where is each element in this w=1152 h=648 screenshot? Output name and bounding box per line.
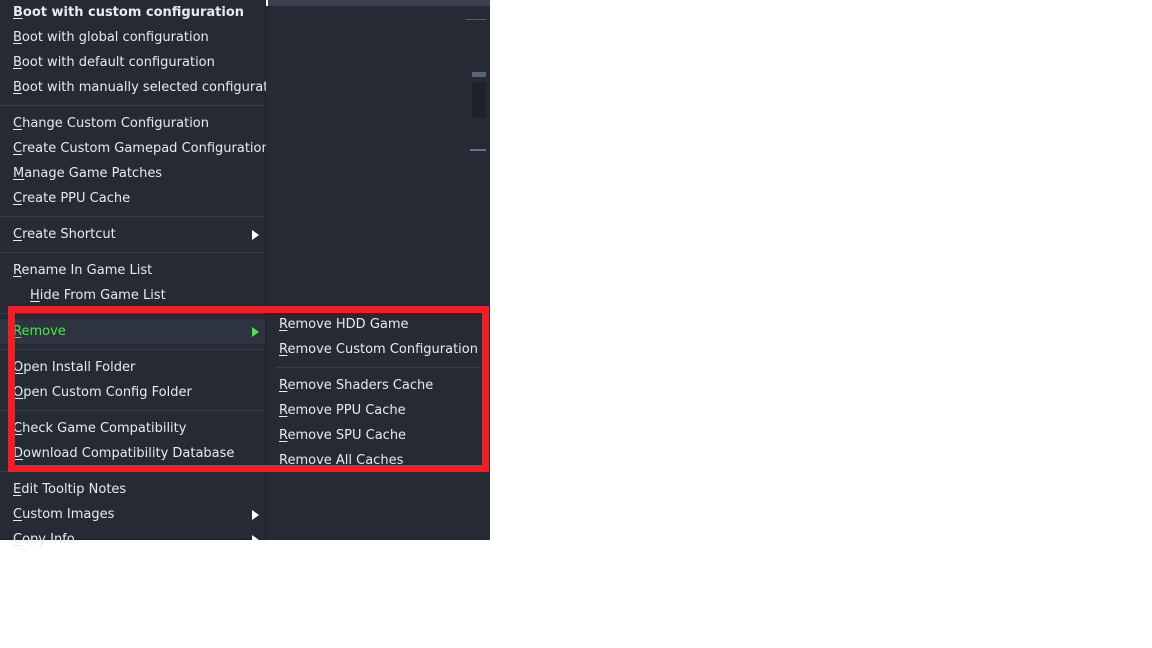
menu-separator [0, 410, 265, 411]
menu-item-create-ppu-cache[interactable]: Create PPU Cache [0, 186, 265, 211]
menu-item-label: Remove [13, 324, 66, 339]
menu-item-label: Rename In Game List [13, 263, 153, 278]
menu-item-label: Download Compatibility Database [13, 446, 235, 461]
chevron-right-icon [252, 534, 259, 545]
menu-item-manage-game-patches[interactable]: Manage Game Patches [0, 161, 265, 186]
menu-separator [0, 349, 265, 350]
menu-item-label: Change Custom Configuration [13, 116, 210, 131]
screen: Boot with custom configuration Boot with … [0, 0, 1152, 648]
menu-separator [0, 252, 265, 253]
menu-item-label: Boot with global configuration [13, 30, 209, 45]
menu-separator [0, 216, 265, 217]
menu-item-create-shortcut[interactable]: Create Shortcut [0, 222, 265, 247]
menu-item-edit-tooltip-notes[interactable]: Edit Tooltip Notes [0, 477, 265, 502]
scrollbar-thumb[interactable] [472, 72, 486, 77]
menu-item-label: Remove Shaders Cache [279, 378, 434, 393]
menu-item-label: Remove HDD Game [279, 317, 409, 332]
menu-item-label: Remove All Caches [279, 453, 404, 468]
menu-item-rename-in-game-list[interactable]: Rename In Game List [0, 258, 265, 283]
chevron-right-icon [252, 509, 259, 520]
chevron-right-icon [252, 326, 259, 337]
menu-separator [0, 313, 265, 314]
remove-submenu[interactable]: Remove HDD Game Remove Custom Configurati… [266, 6, 490, 540]
menu-item-change-custom-config[interactable]: Change Custom Configuration [0, 111, 265, 136]
game-context-menu[interactable]: Boot with custom configuration Boot with … [0, 0, 288, 546]
menu-item-remove-shaders-cache[interactable]: Remove Shaders Cache [266, 373, 490, 398]
menu-item-remove-hdd-game[interactable]: Remove HDD Game [266, 312, 490, 337]
menu-item-label: Manage Game Patches [13, 166, 163, 181]
menu-item-remove-all-caches[interactable]: Remove All Caches [266, 448, 490, 473]
menu-item-label: Boot with manually selected configuratio… [13, 80, 289, 95]
menu-item-label: Create Custom Gamepad Configuration [13, 141, 270, 156]
menu-item-label: Boot with default configuration [13, 55, 215, 70]
menu-item-label: Remove Custom Configuration [279, 342, 478, 357]
menu-separator [0, 105, 265, 106]
menu-item-label: Copy Info [13, 532, 75, 547]
menu-item-label: Edit Tooltip Notes [13, 482, 127, 497]
menu-item-custom-images[interactable]: Custom Images [0, 502, 265, 527]
scrollbar-track[interactable] [472, 82, 486, 118]
menu-item-create-gamepad-config[interactable]: Create Custom Gamepad Configuration [0, 136, 270, 161]
menu-item-boot-global[interactable]: Boot with global configuration [0, 25, 265, 50]
menu-item-label: Open Install Folder [13, 360, 136, 375]
menu-item-label: Open Custom Config Folder [13, 385, 192, 400]
menu-separator [0, 471, 265, 472]
menu-item-download-compatibility-database[interactable]: Download Compatibility Database [0, 441, 265, 466]
menu-item-remove[interactable]: Remove [0, 319, 265, 344]
menu-item-boot-custom[interactable]: Boot with custom configuration [0, 0, 265, 25]
menu-item-label: Remove SPU Cache [279, 428, 407, 443]
scroll-mark-bottom [470, 149, 486, 151]
menu-item-label: Remove PPU Cache [279, 403, 406, 418]
menu-item-remove-ppu-cache[interactable]: Remove PPU Cache [266, 398, 490, 423]
menu-separator [276, 367, 480, 368]
chevron-right-icon [252, 229, 259, 240]
menu-item-boot-default[interactable]: Boot with default configuration [0, 50, 265, 75]
menu-item-label: Custom Images [13, 507, 115, 522]
menu-item-boot-manual[interactable]: Boot with manually selected configuratio… [0, 75, 288, 100]
menu-item-label: Check Game Compatibility [13, 421, 187, 436]
menu-item-copy-info[interactable]: Copy Info [0, 527, 265, 552]
menu-item-open-install-folder[interactable]: Open Install Folder [0, 355, 265, 380]
menu-item-label: Create Shortcut [13, 227, 116, 242]
scroll-mark-top [466, 19, 486, 20]
menu-item-label: Create PPU Cache [13, 191, 131, 206]
menu-item-check-game-compatibility[interactable]: Check Game Compatibility [0, 416, 265, 441]
menu-item-hide-from-game-list[interactable]: Hide From Game List [0, 283, 265, 308]
menu-item-remove-custom-configuration[interactable]: Remove Custom Configuration [266, 337, 490, 362]
menu-item-label: Hide From Game List [30, 288, 166, 303]
menu-item-label: Boot with custom configuration [13, 5, 245, 20]
menu-item-remove-spu-cache[interactable]: Remove SPU Cache [266, 423, 490, 448]
menu-item-open-custom-config-folder[interactable]: Open Custom Config Folder [0, 380, 265, 405]
